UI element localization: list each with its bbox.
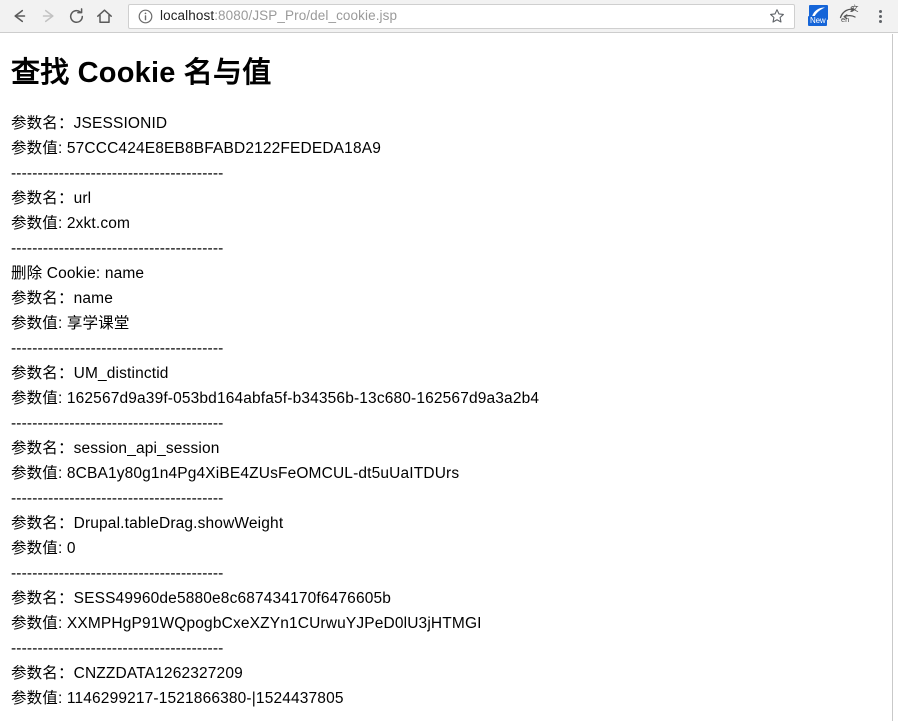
- cookie-separator: ----------------------------------------: [11, 640, 224, 657]
- url-path: :8080/JSP_Pro/del_cookie.jsp: [214, 8, 398, 23]
- page-title: 查找 Cookie 名与值: [11, 57, 272, 89]
- cookie-value-line: 参数值: XXMPHgP91WQpogbCxeXZYn1CUrwuYJPeD0l…: [11, 615, 482, 632]
- translate-label-en: en: [841, 15, 850, 24]
- translate-extension-icon[interactable]: en 文: [837, 4, 863, 28]
- forward-button[interactable]: [34, 2, 62, 30]
- new-extension-badge: New: [808, 16, 828, 26]
- cookie-entry: 参数名：UM_distinctid 参数值: 162567d9a39f-053bd…: [9, 361, 892, 436]
- new-extension-icon[interactable]: New: [807, 4, 831, 28]
- cookie-name-line: 参数名：UM_distinctid: [11, 365, 169, 382]
- translate-label-cn: 文: [851, 4, 859, 13]
- cookie-value-line: 参数值: 享学课堂: [11, 315, 130, 332]
- info-circle-icon[interactable]: [137, 8, 153, 24]
- cookie-separator: ----------------------------------------: [11, 711, 892, 721]
- cookie-value-line: 参数值: 2xkt.com: [11, 215, 131, 232]
- bookmark-star-icon[interactable]: [766, 5, 788, 27]
- cookie-separator: ----------------------------------------: [11, 340, 224, 357]
- url-host: localhost: [160, 8, 215, 23]
- cookie-separator: ----------------------------------------: [11, 240, 224, 257]
- back-arrow-icon: [14, 9, 26, 23]
- reload-button[interactable]: [62, 2, 90, 30]
- cookie-name-line: 参数名：SESS49960de5880e8c687434170f6476605b: [11, 590, 392, 607]
- forward-arrow-icon: [42, 9, 54, 23]
- cookie-separator: ----------------------------------------: [11, 490, 224, 507]
- three-dot-menu-icon[interactable]: [867, 3, 893, 29]
- cookie-list: 参数名：JSESSIONID 参数值: 57CCC424E8EB8BFABD212…: [9, 111, 892, 721]
- cookie-entry: 删除 Cookie: name 参数名：name 参数值: 享学课堂 --------…: [9, 261, 892, 361]
- cookie-entry: 参数名：JSESSIONID 参数值: 57CCC424E8EB8BFABD212…: [9, 111, 892, 186]
- reload-icon: [69, 7, 83, 23]
- address-bar[interactable]: localhost:8080/JSP_Pro/del_cookie.jsp: [128, 3, 795, 29]
- cookie-value-line: 参数值: 8CBA1y80g1n4Pg4XiBE4ZUsFeOMCUL-dt5u…: [11, 465, 460, 482]
- cookie-separator: ----------------------------------------: [11, 165, 224, 182]
- cookie-name-line: 参数名：JSESSIONID: [11, 115, 168, 132]
- browser-toolbar: localhost:8080/JSP_Pro/del_cookie.jsp Ne…: [0, 0, 898, 33]
- cookie-value-line: 参数值: 0: [11, 540, 76, 557]
- cookie-value-line: 参数值: 57CCC424E8EB8BFABD2122FEDEDA18A9: [11, 140, 381, 157]
- back-button[interactable]: [6, 2, 34, 30]
- cookie-value-line: 参数值: 1146299217-1521866380-|1524437805: [11, 690, 344, 707]
- cookie-name-line: 参数名：url: [11, 190, 92, 207]
- cookie-separator: ----------------------------------------: [11, 415, 224, 432]
- home-icon: [96, 8, 112, 23]
- cookie-entry: 参数名：session_api_session 参数值: 8CBA1y80g1n4…: [9, 436, 892, 511]
- cookie-entry: 参数名：Drupal.tableDrag.showWeight 参数值: 0 ---…: [9, 511, 892, 586]
- page-viewport: 查找 Cookie 名与值 参数名：JSESSIONID 参数值: 57CCC42…: [0, 34, 893, 721]
- url-text[interactable]: localhost:8080/JSP_Pro/del_cookie.jsp: [160, 8, 766, 24]
- menu-dot: [878, 9, 882, 13]
- cookie-name-line: 参数名：session_api_session: [11, 440, 220, 457]
- cookie-entry: 参数名：url 参数值: 2xkt.com --------------------…: [9, 186, 892, 261]
- cookie-entry: 参数名：CNZZDATA1262327209 参数值: 1146299217-15…: [9, 661, 892, 721]
- page-content: 查找 Cookie 名与值 参数名：JSESSIONID 参数值: 57CCC42…: [0, 34, 892, 721]
- home-button[interactable]: [90, 2, 118, 30]
- cookie-name-line: 参数名：Drupal.tableDrag.showWeight: [11, 515, 284, 532]
- delete-cookie-notice: 删除 Cookie: name: [11, 265, 145, 282]
- cookie-name-line: 参数名：CNZZDATA1262327209: [11, 665, 243, 682]
- cookie-name-line: 参数名：name: [11, 290, 113, 307]
- menu-dot: [878, 19, 882, 23]
- cookie-entry: 参数名：SESS49960de5880e8c687434170f6476605b…: [9, 586, 892, 661]
- cookie-separator: ----------------------------------------: [11, 565, 224, 582]
- cookie-value-line: 参数值: 162567d9a39f-053bd164abfa5f-b34356b…: [11, 390, 540, 407]
- menu-dot: [878, 14, 882, 18]
